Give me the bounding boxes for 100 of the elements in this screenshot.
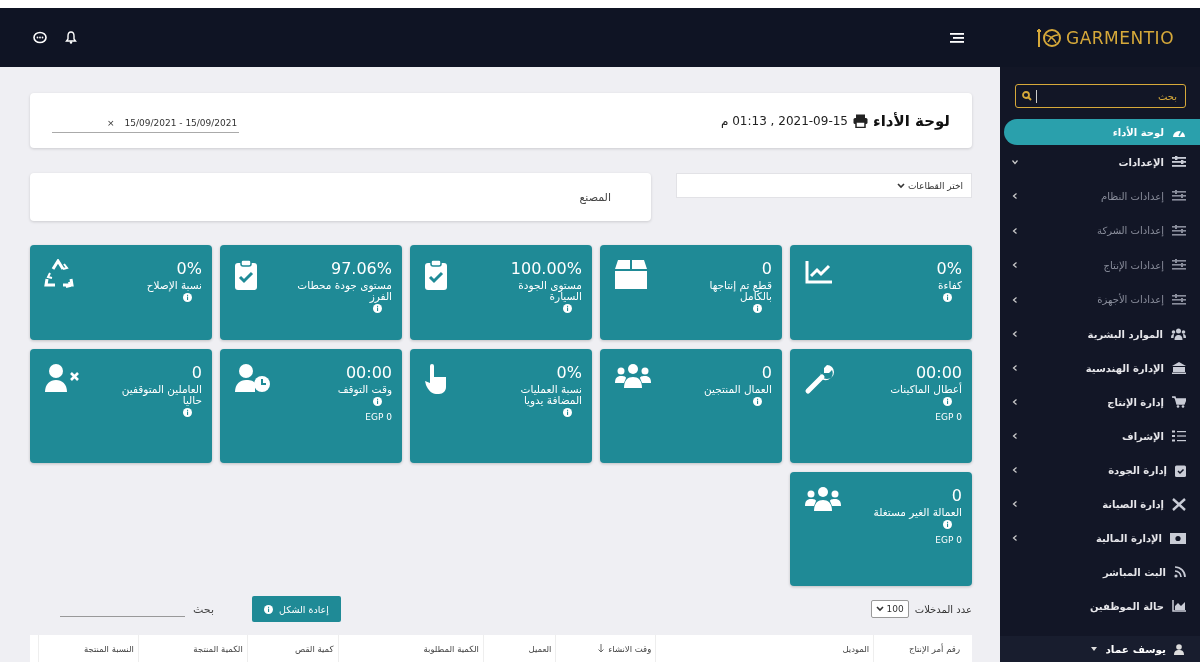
stat-value: 00:00 xyxy=(915,363,962,383)
sidebar-subitem[interactable]: إعدادات الشركة xyxy=(1000,213,1200,248)
sidebar-subitem[interactable]: إعدادات الأجهزة xyxy=(1000,282,1200,317)
stat-value: 0% xyxy=(176,259,202,279)
sliders-icon xyxy=(1172,190,1186,203)
chevron-down-icon xyxy=(896,182,905,189)
info-icon[interactable] xyxy=(183,408,192,418)
stat-cost: EGP 0 xyxy=(935,535,962,546)
line-chart-icon xyxy=(804,259,834,286)
print-icon[interactable] xyxy=(853,113,868,128)
info-icon[interactable] xyxy=(373,304,382,314)
factory-label: المصنع xyxy=(579,190,611,204)
stat-label: وقت التوقف xyxy=(337,384,392,396)
stat-value: 0 xyxy=(761,363,772,383)
sidebar-item[interactable]: البث المباشر xyxy=(1000,555,1200,589)
stat-label: قطع تم إنتاجها بالكامل xyxy=(708,280,772,303)
user-clock-icon xyxy=(234,363,272,394)
stat-value: 0% xyxy=(556,363,582,383)
sidebar-item[interactable]: حالة الموظفين xyxy=(1000,589,1200,623)
stat-label: نسبة الإصلاح xyxy=(146,280,202,292)
info-icon[interactable] xyxy=(373,397,382,407)
column-header[interactable]: الكمية المنتجة xyxy=(193,643,243,654)
info-icon[interactable] xyxy=(563,408,572,418)
chat-icon[interactable] xyxy=(33,30,47,45)
stat-label: كفاءة xyxy=(938,280,962,292)
logo-text: GARMENTIO xyxy=(1066,27,1175,48)
building-icon xyxy=(1172,362,1186,374)
hand-pointer-icon xyxy=(424,363,448,396)
user-icon xyxy=(1174,643,1184,655)
reset-layout-button[interactable]: إعادة الشكل xyxy=(251,596,341,623)
area-chart-icon xyxy=(1172,600,1186,612)
box-icon xyxy=(614,259,648,292)
sliders-icon xyxy=(1172,293,1186,306)
stat-label: العمال المنتجين xyxy=(704,384,772,396)
entries-dropdown[interactable]: 100 xyxy=(870,600,909,619)
sliders-icon xyxy=(1172,259,1186,272)
sidebar-item[interactable]: الموارد البشرية xyxy=(1000,317,1200,351)
column-header[interactable]: العميل xyxy=(528,643,552,654)
banknote-icon xyxy=(1170,532,1186,544)
list-icon xyxy=(1172,430,1186,442)
stat-cost: EGP 0 xyxy=(365,412,392,423)
stat-label: مستوى الجودة السيارة xyxy=(517,280,582,303)
sidebar-item[interactable]: الإعدادات xyxy=(1000,145,1200,179)
info-icon[interactable] xyxy=(943,293,952,303)
sidebar-item[interactable]: إدارة الإنتاج xyxy=(1000,385,1200,419)
sidebar-subitem[interactable]: إعدادات النظام xyxy=(1000,179,1200,214)
sidebar-item[interactable]: الإدارة المالية xyxy=(1000,521,1200,555)
logo-icon xyxy=(1036,26,1062,49)
cart-icon xyxy=(1172,396,1186,408)
date-range-field[interactable]: 15/09/2021 - 15/09/2021 × xyxy=(52,118,240,134)
stat-value: 97.06% xyxy=(331,259,392,279)
sidebar-search-field[interactable]: بحث xyxy=(1015,84,1186,108)
info-icon[interactable] xyxy=(943,397,952,407)
stat-value: 0 xyxy=(761,259,772,279)
stat-value: 100.00% xyxy=(510,259,582,279)
column-header[interactable]: كمية القص xyxy=(295,643,334,654)
sliders-icon xyxy=(1172,156,1186,168)
users-icon xyxy=(614,363,652,390)
sidebar-subitem[interactable]: إعدادات الإنتاج xyxy=(1000,248,1200,283)
chevron-down-icon xyxy=(875,606,884,613)
column-header[interactable]: النسبة المنتجة xyxy=(83,643,134,654)
stat-value: 0% xyxy=(936,259,962,279)
clipboard-check-icon xyxy=(1175,463,1186,477)
clipboard-check-icon xyxy=(234,259,258,292)
entries-label: عدد المدخلات xyxy=(914,603,972,615)
clipboard-check-icon xyxy=(424,259,448,292)
stat-label: نسبة العمليات المضافة يدويا xyxy=(519,384,582,407)
caret-down-icon xyxy=(1091,647,1098,651)
column-header[interactable]: الموديل xyxy=(842,643,870,654)
stat-cost: EGP 0 xyxy=(935,412,962,423)
sort-arrow-icon[interactable] xyxy=(598,644,605,654)
info-icon[interactable] xyxy=(563,304,572,314)
sidebar-item[interactable]: الإدارة الهندسية xyxy=(1000,351,1200,385)
stat-label: مستوى جودة محطات الفرز xyxy=(296,280,392,303)
sectors-dropdown[interactable]: اختر القطاعات xyxy=(676,173,972,199)
info-icon[interactable] xyxy=(753,304,762,314)
search-icon[interactable] xyxy=(1022,91,1032,101)
column-header[interactable]: وقت الانشاء xyxy=(608,643,652,654)
column-header[interactable]: الكمية المطلوبة xyxy=(423,643,479,654)
menu-icon[interactable] xyxy=(950,31,964,44)
date-time: 2021-09-15 , 01:13 م xyxy=(720,113,848,128)
sidebar-item[interactable]: الإشراف xyxy=(1000,419,1200,453)
stat-label: أعطال الماكينات xyxy=(890,384,962,396)
info-icon[interactable] xyxy=(943,520,952,530)
sidebar-item[interactable]: إدارة الجودة xyxy=(1000,453,1200,487)
user-menu[interactable]: يوسف عماد xyxy=(1000,636,1200,662)
info-icon[interactable] xyxy=(753,397,762,407)
stat-value: 0 xyxy=(191,363,202,383)
stat-label: العاملين المتوقفين حاليا xyxy=(120,384,202,407)
sidebar-item[interactable]: إدارة الصيانة xyxy=(1000,487,1200,521)
users-icon xyxy=(804,486,842,513)
search-label: بحث xyxy=(193,602,214,616)
stat-value: 0 xyxy=(951,486,962,506)
user-remove-icon xyxy=(44,363,82,394)
bell-icon[interactable] xyxy=(65,31,77,44)
users-icon xyxy=(1171,328,1186,340)
info-icon[interactable] xyxy=(183,293,192,303)
rss-icon xyxy=(1174,566,1186,578)
column-header[interactable]: رقم أمر الإنتاج xyxy=(908,643,960,654)
stat-label: العمالة الغير مستغلة xyxy=(873,507,962,519)
